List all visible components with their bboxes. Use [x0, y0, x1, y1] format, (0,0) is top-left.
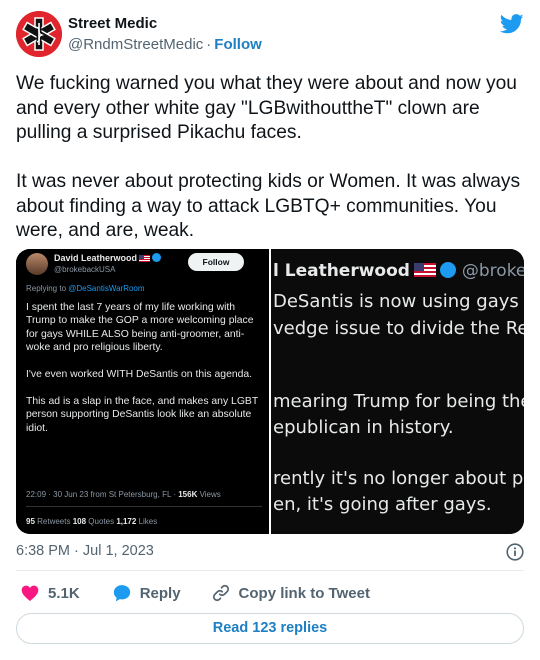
quoted-meta-text: 22:09 · 30 Jun 23 from St Petersburg, FL… [26, 490, 179, 499]
tweet-timestamp[interactable]: 6:38 PM · Jul 1, 2023 [16, 543, 154, 559]
twitter-bird-icon[interactable] [500, 14, 524, 34]
info-icon[interactable] [506, 543, 524, 561]
us-flag-large-icon [413, 263, 436, 277]
zoomed-line-4: mearing Trump for being the [273, 391, 524, 412]
zoomed-line-2: DeSantis is now using gays a [273, 291, 524, 312]
quoted-views-count: 156K [178, 490, 198, 499]
quoted-body: I spent the last 7 years of my life work… [26, 302, 258, 434]
copy-link-label: Copy link to Tweet [238, 584, 370, 602]
quoted-name: David Leatherwood [54, 253, 138, 263]
tweet-card: Street Medic @RndmStreetMedic · Follow We … [0, 0, 540, 660]
author-handle-line: @RndmStreetMedic · Follow [68, 36, 262, 53]
quoted-name-line: David Leatherwood [54, 253, 162, 263]
zoomed-line-6: rently it's no longer about pro [273, 468, 524, 489]
author-handle[interactable]: @RndmStreetMedic [68, 36, 203, 53]
media-screenshot-left: David Leatherwood @brokebackUSA Follow R… [16, 249, 269, 534]
replying-handle: @DeSantisWarRoom [68, 284, 145, 293]
author-name[interactable]: Street Medic [68, 15, 157, 32]
zoomed-line-5: epublican in history. [273, 417, 454, 438]
tweet-media[interactable]: David Leatherwood @brokebackUSA Follow R… [16, 249, 524, 534]
retweets-count: 95 [26, 517, 35, 526]
quoted-replying-to: Replying to @DeSantisWarRoom [26, 284, 145, 293]
verified-badge-large-icon [439, 262, 456, 278]
action-bar: 5.1K Reply Copy link to Tweet [16, 582, 370, 604]
retweets-label: Retweets [34, 517, 73, 526]
follow-link[interactable]: Follow [214, 36, 262, 53]
copy-link-button[interactable]: Copy link to Tweet [211, 583, 370, 603]
like-count: 5.1K [48, 584, 80, 602]
zoomed-line-3: vedge issue to divide the Rep [273, 318, 524, 339]
verified-badge-icon [152, 253, 162, 262]
author-avatar[interactable] [16, 11, 62, 57]
like-button[interactable]: 5.1K [20, 583, 80, 603]
tweet-text: We fucking warned you what they were abo… [16, 73, 521, 241]
quotes-label: Quotes [86, 517, 117, 526]
media-screenshot-right: l Leatherwood @broke DeSantis is now usi… [271, 249, 524, 534]
quoted-views-label: Views [197, 490, 221, 499]
quotes-count: 108 [72, 517, 87, 526]
quoted-meta: 22:09 · 30 Jun 23 from St Petersburg, FL… [26, 490, 221, 499]
quoted-avatar [26, 253, 48, 275]
reply-button[interactable]: Reply [112, 583, 181, 603]
zoomed-handle: @broke [461, 261, 524, 281]
heart-icon [21, 585, 39, 601]
quoted-stats: 95 Retweets 108 Quotes 1,172 Likes [26, 517, 157, 526]
likes-count-quoted: 1,172 [116, 517, 137, 526]
quoted-handle: @brokebackUSA [54, 265, 116, 274]
zoomed-line-7: en, it's going after gays. [273, 494, 492, 515]
divider [16, 570, 524, 571]
medic-logo-icon [16, 11, 62, 57]
replying-prefix: Replying to [26, 284, 69, 293]
us-flag-icon [139, 255, 151, 262]
reply-label: Reply [139, 584, 181, 602]
quoted-follow-button: Follow [188, 253, 244, 271]
likes-label-quoted: Likes [136, 517, 158, 526]
separator-dot: · [206, 36, 212, 53]
read-replies-button[interactable]: Read 123 replies [16, 613, 524, 644]
zoomed-name-line: l Leatherwood @broke [273, 261, 524, 281]
reply-bubble-icon [113, 585, 130, 602]
zoomed-name: l Leatherwood [273, 261, 410, 281]
quoted-divider [26, 506, 262, 507]
link-icon [212, 584, 229, 602]
